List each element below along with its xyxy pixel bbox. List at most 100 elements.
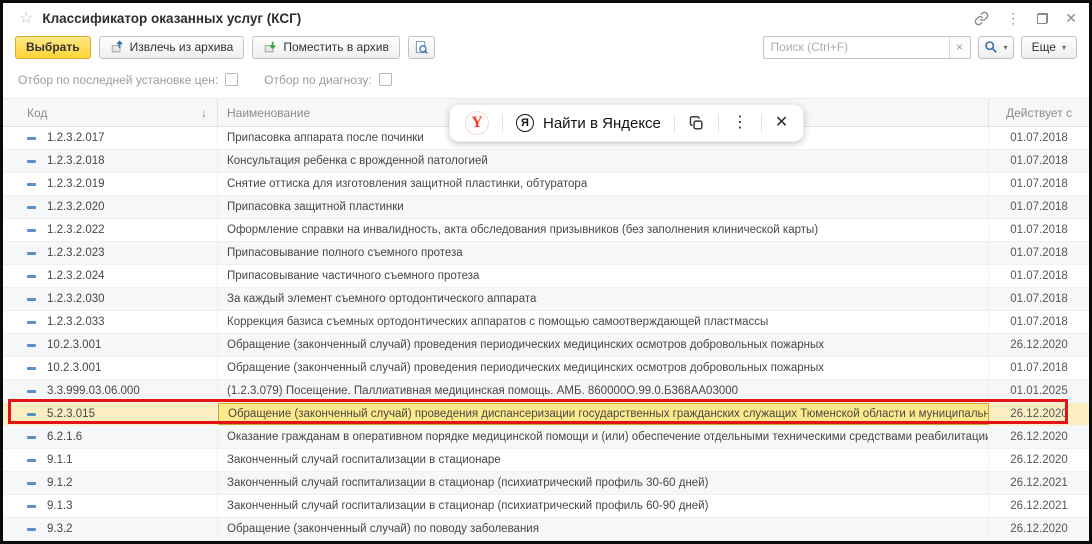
table-row[interactable]: 1.2.3.2.023 Припасовывание полного съемн…: [3, 242, 1089, 265]
list-item-marker-icon: [27, 459, 36, 462]
copy-icon[interactable]: [688, 115, 705, 132]
filter-diagnosis-checkbox[interactable]: [379, 73, 392, 86]
cell-code-wrap: 1.2.3.2.018: [3, 150, 218, 172]
cell-code-wrap: 1.2.3.2.017: [3, 127, 218, 149]
table-row[interactable]: 1.2.3.2.033 Коррекция базиса съемных орт…: [3, 311, 1089, 334]
preview-button[interactable]: [408, 36, 435, 59]
archive-extract-icon: [110, 40, 124, 54]
table: Код ↓ Наименование Действует с 1.2.3.2.0…: [3, 99, 1089, 541]
extract-from-archive-label: Извлечь из архива: [130, 40, 234, 54]
cell-code: 1.2.3.2.033: [47, 316, 105, 328]
table-row[interactable]: 9.3.2 Обращение (законченный случай) по …: [3, 518, 1089, 541]
filter-diagnosis: Отбор по диагнозу:: [264, 73, 392, 87]
table-row[interactable]: 1.2.3.2.018 Консультация ребенка с врожд…: [3, 150, 1089, 173]
cell-valid-from: 26.12.2020: [989, 523, 1089, 535]
cell-name: Законченный случай госпитализации в стац…: [218, 449, 989, 471]
cell-valid-from: 01.07.2018: [989, 201, 1089, 213]
cell-name: Оформление справки на инвалидность, акта…: [218, 219, 989, 241]
table-row[interactable]: 6.2.1.6 Оказание гражданам в оперативном…: [3, 426, 1089, 449]
cell-valid-from: 26.12.2021: [989, 477, 1089, 489]
cell-code-wrap: 5.2.3.015: [3, 403, 218, 425]
cell-valid-from: 01.07.2018: [989, 224, 1089, 236]
cell-name: Законченный случай госпитализации в стац…: [218, 495, 989, 517]
filter-last-price-label: Отбор по последней установке цен:: [18, 73, 218, 87]
cell-name: Оказание гражданам в оперативном порядке…: [218, 426, 989, 448]
list-item-marker-icon: [27, 390, 36, 393]
table-row[interactable]: 10.2.3.001 Обращение (законченный случай…: [3, 357, 1089, 380]
search-field-wrap: ×: [763, 36, 971, 59]
table-row[interactable]: 5.2.3.015 Обращение (законченный случай)…: [3, 403, 1089, 426]
put-to-archive-label: Поместить в архив: [283, 40, 389, 54]
cell-code-wrap: 9.1.1: [3, 449, 218, 471]
cell-code: 1.2.3.2.022: [47, 224, 105, 236]
filter-diagnosis-label: Отбор по диагнозу:: [264, 73, 372, 87]
column-header-code[interactable]: Код ↓: [3, 99, 218, 126]
table-row[interactable]: 9.1.2 Законченный случай госпитализации …: [3, 472, 1089, 495]
close-window-icon[interactable]: ✕: [1065, 11, 1077, 25]
cell-name: Консультация ребенка с врожденной патоло…: [218, 150, 989, 172]
cell-code: 10.2.3.001: [47, 362, 101, 374]
cell-code: 1.2.3.2.020: [47, 201, 105, 213]
cell-code: 6.2.1.6: [47, 431, 82, 443]
list-item-marker-icon: [27, 413, 36, 416]
cell-valid-from: 01.07.2018: [989, 316, 1089, 328]
list-item-marker-icon: [27, 436, 36, 439]
sort-descending-icon: ↓: [201, 106, 207, 120]
cell-code: 9.1.3: [47, 500, 73, 512]
cell-name: Припасовка защитной пластинки: [218, 196, 989, 218]
clear-search-icon[interactable]: ×: [949, 37, 970, 58]
cell-code: 10.2.3.001: [47, 339, 101, 351]
list-item-marker-icon: [27, 229, 36, 232]
more-button[interactable]: Еще ▾: [1021, 36, 1077, 59]
cell-valid-from: 01.07.2018: [989, 362, 1089, 374]
table-row[interactable]: 1.2.3.2.030 За каждый элемент съемного о…: [3, 288, 1089, 311]
more-caret-icon: ▾: [1062, 43, 1066, 52]
filter-bar: Отбор по последней установке цен: Отбор …: [3, 61, 1089, 99]
popup-close-icon[interactable]: ✕: [775, 115, 788, 131]
window-controls: ⋮ ✕: [974, 11, 1077, 26]
column-header-valid-from[interactable]: Действует с: [989, 106, 1089, 120]
cell-code: 1.2.3.2.024: [47, 270, 105, 282]
toolbar: Выбрать Извлечь из архива Поместить в ар…: [3, 33, 1089, 61]
more-button-label: Еще: [1032, 40, 1056, 54]
table-row[interactable]: 3.3.999.03.06.000 (1.2.3.079) Посещение.…: [3, 380, 1089, 403]
select-button[interactable]: Выбрать: [15, 36, 91, 59]
find-in-yandex-button[interactable]: Я Найти в Яндексе: [516, 114, 661, 132]
search-group: × ▾ Еще ▾: [763, 36, 1077, 59]
popup-divider: [761, 114, 762, 133]
kebab-menu-icon[interactable]: ⋮: [1006, 11, 1020, 25]
table-row[interactable]: 10.2.3.001 Обращение (законченный случай…: [3, 334, 1089, 357]
yandex-browser-letter: Y: [471, 114, 483, 132]
cell-name: Коррекция базиса съемных ортодонтических…: [218, 311, 989, 333]
cell-code: 9.1.2: [47, 477, 73, 489]
search-input[interactable]: [764, 37, 949, 58]
cell-name: Законченный случай госпитализации в стац…: [218, 472, 989, 494]
put-to-archive-button[interactable]: Поместить в архив: [252, 36, 400, 59]
table-row[interactable]: 9.1.3 Законченный случай госпитализации …: [3, 495, 1089, 518]
cell-code: 1.2.3.2.019: [47, 178, 105, 190]
table-row[interactable]: 9.1.1 Законченный случай госпитализации …: [3, 449, 1089, 472]
list-item-marker-icon: [27, 252, 36, 255]
extract-from-archive-button[interactable]: Извлечь из архива: [99, 36, 245, 59]
list-item-marker-icon: [27, 137, 36, 140]
page-title: Классификатор оказанных услуг (КСГ): [42, 11, 301, 26]
column-header-name-label: Наименование: [227, 106, 310, 120]
cell-name: Припасовывание частичного съемного проте…: [218, 265, 989, 287]
yandex-browser-logo-icon[interactable]: Y: [465, 111, 489, 135]
cell-code-wrap: 1.2.3.2.022: [3, 219, 218, 241]
filter-last-price-checkbox[interactable]: [225, 73, 238, 86]
table-row[interactable]: 1.2.3.2.024 Припасовывание частичного съ…: [3, 265, 1089, 288]
search-menu-caret-icon: ▾: [1004, 43, 1008, 52]
table-row[interactable]: 1.2.3.2.022 Оформление справки на инвали…: [3, 219, 1089, 242]
search-menu-button[interactable]: ▾: [978, 36, 1014, 59]
popup-menu-icon[interactable]: ⋮: [732, 115, 748, 131]
favorite-star-icon[interactable]: ☆: [19, 8, 33, 28]
table-body: 1.2.3.2.017 Припасовка аппарата после по…: [3, 127, 1089, 541]
restore-window-icon[interactable]: [1037, 13, 1048, 24]
app-window: ☆ Классификатор оказанных услуг (КСГ) ⋮ …: [0, 0, 1092, 544]
cell-code: 9.3.2: [47, 523, 73, 535]
cell-code-wrap: 10.2.3.001: [3, 357, 218, 379]
link-icon[interactable]: [974, 11, 989, 26]
table-row[interactable]: 1.2.3.2.020 Припасовка защитной пластинк…: [3, 196, 1089, 219]
table-row[interactable]: 1.2.3.2.019 Снятие оттиска для изготовле…: [3, 173, 1089, 196]
